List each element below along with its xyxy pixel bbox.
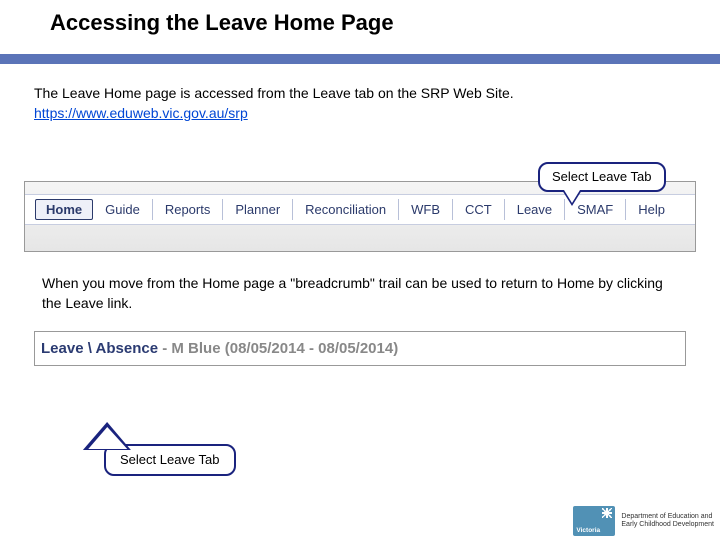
accent-bar xyxy=(0,54,720,64)
footer-branding: Victoria Department of Education and Ear… xyxy=(573,506,714,536)
breadcrumb-person: M Blue xyxy=(171,340,220,357)
breadcrumb-separator: \ xyxy=(88,340,92,357)
department-name: Department of Education and Early Childh… xyxy=(621,513,714,528)
callout-pointer-up-icon xyxy=(83,422,141,450)
breadcrumb: Leave \ Absence - M Blue (08/05/2014 - 0… xyxy=(34,331,686,366)
tab-leave[interactable]: Leave xyxy=(505,199,565,220)
nav-strip: Home Guide Reports Planner Reconciliatio… xyxy=(25,194,695,225)
tab-planner[interactable]: Planner xyxy=(223,199,293,220)
tab-guide[interactable]: Guide xyxy=(93,199,153,220)
tab-reconciliation[interactable]: Reconciliation xyxy=(293,199,399,220)
breadcrumb-dates: (08/05/2014 - 08/05/2014) xyxy=(225,340,398,357)
srp-link[interactable]: https://www.eduweb.vic.gov.au/srp xyxy=(34,105,248,121)
breadcrumb-dash: - xyxy=(162,340,167,357)
intro-text: The Leave Home page is accessed from the… xyxy=(34,85,514,101)
page-title: Accessing the Leave Home Page xyxy=(0,0,720,36)
callout-select-leave-bottom: Select Leave Tab xyxy=(104,444,236,476)
breadcrumb-explainer: When you move from the Home page a "brea… xyxy=(42,274,678,313)
nav-bar-screenshot: Home Guide Reports Planner Reconciliatio… xyxy=(24,181,696,252)
breadcrumb-absence: Absence xyxy=(96,340,159,357)
victoria-logo-text: Victoria xyxy=(576,528,600,535)
callout-top-text: Select Leave Tab xyxy=(552,169,652,184)
dept-line1: Department of Education and xyxy=(621,513,714,521)
tab-wfb[interactable]: WFB xyxy=(399,199,453,220)
callout-select-leave-top: Select Leave Tab xyxy=(538,162,666,192)
callout-pointer-down-icon xyxy=(562,190,582,206)
dept-line2: Early Childhood Development xyxy=(621,521,714,529)
tab-help[interactable]: Help xyxy=(626,199,677,220)
intro-block: The Leave Home page is accessed from the… xyxy=(34,84,686,123)
breadcrumb-leave-link[interactable]: Leave xyxy=(41,340,84,357)
victoria-logo-icon: Victoria xyxy=(573,506,615,536)
tab-home[interactable]: Home xyxy=(35,199,93,220)
callout-bottom-text: Select Leave Tab xyxy=(120,452,220,467)
tab-reports[interactable]: Reports xyxy=(153,199,224,220)
tab-cct[interactable]: CCT xyxy=(453,199,505,220)
